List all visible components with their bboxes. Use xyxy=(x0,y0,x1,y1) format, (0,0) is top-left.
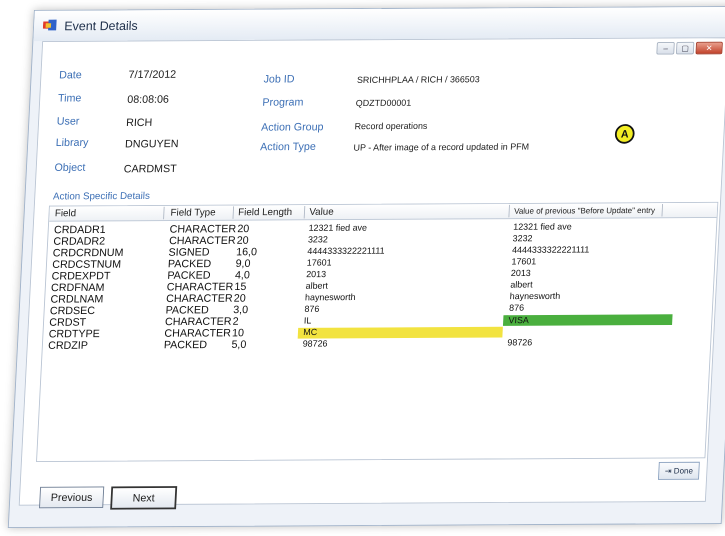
column-divider xyxy=(163,206,165,220)
action-type-value: UP - After image of a record updated in … xyxy=(353,142,530,154)
column-divider xyxy=(508,204,510,218)
column-divider xyxy=(303,206,306,219)
time-label: Time xyxy=(57,91,82,105)
cell-field-type: PACKED xyxy=(163,338,208,351)
user-label: User xyxy=(56,114,80,128)
user-value: RICH xyxy=(125,116,153,129)
column-header-previous-value[interactable]: Value of previous "Before Update" entry xyxy=(514,206,655,216)
app-icon xyxy=(42,19,57,31)
cell-previous-value: VISA xyxy=(508,315,530,326)
action-group-value: Record operations xyxy=(354,121,428,132)
previous-button[interactable]: Previous xyxy=(39,486,105,509)
cell-previous-value: albert xyxy=(510,280,533,291)
column-divider xyxy=(661,203,664,217)
cell-value: 3232 xyxy=(307,235,329,246)
date-label: Date xyxy=(58,68,83,82)
minimize-button[interactable]: – xyxy=(656,41,675,55)
cell-value: albert xyxy=(305,281,329,292)
action-specific-details-label: Action Specific Details xyxy=(52,190,151,203)
done-button[interactable]: ⇥ Done xyxy=(657,461,700,480)
date-value: 7/17/2012 xyxy=(128,67,177,81)
navigation-buttons: Previous Next xyxy=(39,486,178,512)
cell-previous-value: 12321 fied ave xyxy=(513,222,572,233)
cell-value: 876 xyxy=(304,304,320,315)
grid-header: Field Field Type Field Length Value Valu… xyxy=(49,202,718,222)
cell-value: 98726 xyxy=(302,339,328,350)
cell-field-length: 5,0 xyxy=(231,338,247,351)
jobid-value: SRICHHPLAA / RICH / 366503 xyxy=(356,75,480,86)
next-button[interactable]: Next xyxy=(110,486,178,510)
column-header-field[interactable]: Field xyxy=(55,208,77,219)
program-value: QDZTD00001 xyxy=(355,98,412,109)
object-value: CARDMST xyxy=(123,162,177,175)
cell-previous-value: 876 xyxy=(508,303,525,314)
window-title: Event Details xyxy=(63,18,139,33)
cell-value: 4444333322221111 xyxy=(307,246,385,257)
status-badge-icon: A xyxy=(614,124,636,144)
title-bar[interactable]: Event Details xyxy=(33,6,725,42)
cell-value: IL xyxy=(303,316,312,327)
time-value: 08:08:06 xyxy=(127,92,170,106)
cell-previous-value: 2013 xyxy=(510,268,531,279)
jobid-label: Job ID xyxy=(263,72,295,86)
details-grid[interactable]: Field Field Type Field Length Value Valu… xyxy=(36,201,719,462)
cell-value: 2013 xyxy=(305,269,327,280)
screenshot-stage: Event Details – ▢ ✕ Date 7/17/2012 Time … xyxy=(0,0,725,536)
cell-previous-value: 17601 xyxy=(511,257,537,268)
column-header-value[interactable]: Value xyxy=(309,207,334,218)
cell-field: CRDZIP xyxy=(47,338,89,352)
column-divider xyxy=(232,206,235,219)
column-header-field-length[interactable]: Field Length xyxy=(238,207,292,218)
library-value: DNGUYEN xyxy=(124,137,179,151)
column-header-field-type[interactable]: Field Type xyxy=(170,207,216,218)
cell-previous-value: 4444333322221111 xyxy=(511,245,590,256)
window-frame: Event Details – ▢ ✕ Date 7/17/2012 Time … xyxy=(7,5,725,528)
program-label: Program xyxy=(262,95,304,109)
cell-value: MC xyxy=(303,327,318,338)
window-controls: – ▢ ✕ xyxy=(656,41,723,55)
table-row[interactable]: CRDZIP PACKED 5,0 98726 98726 xyxy=(43,336,711,352)
action-type-label: Action Type xyxy=(259,140,317,153)
object-label: Object xyxy=(54,160,86,174)
done-button-label: Done xyxy=(673,466,694,476)
maximize-button[interactable]: ▢ xyxy=(675,41,695,55)
library-label: Library xyxy=(55,136,89,149)
close-button[interactable]: ✕ xyxy=(695,41,723,55)
cell-previous-value: 98726 xyxy=(507,338,533,349)
cell-previous-value: haynesworth xyxy=(509,291,561,302)
event-details-window: Event Details – ▢ ✕ Date 7/17/2012 Time … xyxy=(7,5,725,536)
content-panel: – ▢ ✕ Date 7/17/2012 Time 08:08:06 User … xyxy=(18,37,725,510)
cell-value: haynesworth xyxy=(304,292,356,303)
action-group-label: Action Group xyxy=(260,120,324,134)
cell-previous-value: 3232 xyxy=(512,234,533,244)
cell-value: 17601 xyxy=(306,258,332,269)
cell-value: 12321 fied ave xyxy=(308,223,368,234)
